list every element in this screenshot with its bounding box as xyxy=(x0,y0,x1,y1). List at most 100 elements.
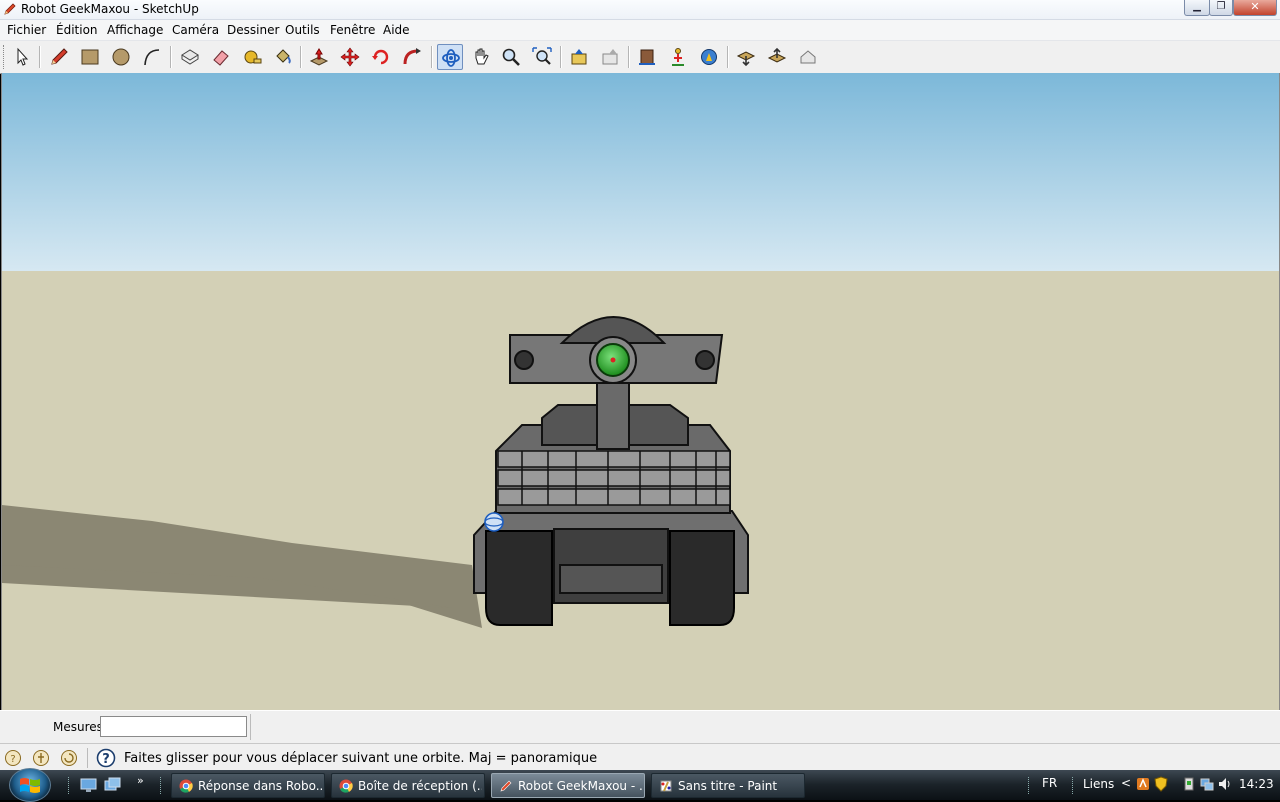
taskbar-item-boite-reception[interactable]: Boîte de réception (... xyxy=(331,773,485,798)
menu-edition[interactable]: Édition xyxy=(56,23,98,37)
links-toolbar[interactable]: Liens xyxy=(1083,777,1114,791)
push-pull-icon xyxy=(309,48,329,66)
security-shield-icon[interactable] xyxy=(1154,776,1168,792)
windows-logo-icon xyxy=(20,778,40,793)
orbit-cursor-icon xyxy=(484,512,504,532)
robot-tank-model xyxy=(2,73,1279,710)
menu-fenetre[interactable]: Fenêtre xyxy=(330,23,375,37)
previous-view-button[interactable] xyxy=(566,44,592,70)
toolbar-grip[interactable] xyxy=(3,45,7,69)
zoom-extents-icon xyxy=(532,47,552,65)
start-button[interactable] xyxy=(9,768,51,802)
status-bar: ? ? Faites glisser pour vous déplacer su… xyxy=(0,743,1280,771)
paint-bucket-button[interactable] xyxy=(270,44,296,70)
paint-bucket-icon xyxy=(276,49,291,64)
taskbar-item-sketchup[interactable]: Robot GeekMaxou - ... xyxy=(491,773,645,798)
taskbar-item-label: Robot GeekMaxou - ... xyxy=(518,779,642,793)
circle-tool-button[interactable] xyxy=(108,44,134,70)
rotate-tool-button[interactable] xyxy=(368,44,394,70)
pencil-line-icon xyxy=(51,48,68,65)
taskbar-item-paint[interactable]: Sans titre - Paint xyxy=(651,773,805,798)
sky xyxy=(2,73,1279,271)
window-title: Robot GeekMaxou - SketchUp xyxy=(21,2,199,16)
taskbar-item-reponse[interactable]: Réponse dans Robo... xyxy=(171,773,325,798)
pan-tool-button[interactable] xyxy=(468,44,494,70)
follow-me-button[interactable] xyxy=(399,44,425,70)
measurements-input[interactable] xyxy=(100,716,247,737)
eraser-icon xyxy=(213,50,229,66)
sketchup-pencil-icon xyxy=(4,3,16,15)
safely-remove-hardware-icon[interactable] xyxy=(1182,776,1196,792)
tray-expand-chevron[interactable]: < xyxy=(1121,776,1131,790)
get-models-icon xyxy=(736,51,756,67)
taskbar-item-label: Sans titre - Paint xyxy=(678,779,778,793)
position-camera-icon xyxy=(672,48,684,66)
arc-tool-button[interactable] xyxy=(139,44,165,70)
share-component-button[interactable] xyxy=(795,44,821,70)
quick-launch-grip[interactable] xyxy=(68,777,72,794)
rotate-icon xyxy=(372,49,389,65)
menu-camera[interactable]: Caméra xyxy=(172,23,219,37)
menu-bar: Fichier Édition Affichage Caméra Dessine… xyxy=(0,20,1280,41)
zoom-tool-button[interactable] xyxy=(498,44,524,70)
tape-measure-button[interactable] xyxy=(239,44,265,70)
get-models-button[interactable] xyxy=(733,44,759,70)
credits-icon[interactable] xyxy=(32,749,50,767)
show-desktop-icon[interactable] xyxy=(80,777,97,793)
make-component-button[interactable] xyxy=(177,44,203,70)
look-around-icon xyxy=(701,49,717,65)
push-pull-button[interactable] xyxy=(306,44,332,70)
left-track xyxy=(485,530,553,626)
geo-location-icon[interactable]: ? xyxy=(4,749,22,767)
share-component-icon xyxy=(800,50,816,64)
menu-outils[interactable]: Outils xyxy=(285,23,320,37)
line-tool-button[interactable] xyxy=(46,44,72,70)
select-tool-button[interactable] xyxy=(9,44,35,70)
menu-dessiner[interactable]: Dessiner xyxy=(227,23,279,37)
chrome-icon xyxy=(339,779,353,793)
position-camera-button[interactable] xyxy=(665,44,691,70)
tray-grip[interactable] xyxy=(1028,777,1032,794)
links-grip[interactable] xyxy=(1072,777,1076,794)
status-separator xyxy=(87,748,88,768)
menu-affichage[interactable]: Affichage xyxy=(107,23,163,37)
minimize-button[interactable]: ▁ xyxy=(1184,0,1210,16)
network-icon[interactable] xyxy=(1200,776,1214,792)
toolbar-separator xyxy=(628,46,630,68)
quick-launch-more[interactable]: » xyxy=(137,774,144,787)
minimize-icon: ▁ xyxy=(1193,1,1201,12)
switch-windows-icon[interactable] xyxy=(104,777,121,793)
tank-hatch xyxy=(559,564,663,594)
menu-fichier[interactable]: Fichier xyxy=(7,23,46,37)
select-arrow-icon xyxy=(17,47,29,66)
toolbar-separator xyxy=(431,46,433,68)
share-model-button[interactable] xyxy=(764,44,790,70)
move-tool-button[interactable] xyxy=(337,44,363,70)
measurements-label: Mesures xyxy=(53,720,103,734)
taskbar: » Réponse dans Robo... Boîte de réceptio… xyxy=(0,768,1280,802)
next-view-button[interactable] xyxy=(597,44,623,70)
language-indicator[interactable]: FR xyxy=(1042,776,1057,790)
taskbar-grip[interactable] xyxy=(160,777,164,794)
zoom-extents-button[interactable] xyxy=(529,44,555,70)
clock[interactable]: 14:23 xyxy=(1239,777,1274,791)
menu-aide[interactable]: Aide xyxy=(383,23,410,37)
make-component-icon xyxy=(181,49,199,65)
orbit-tool-button[interactable] xyxy=(437,44,463,70)
rectangle-tool-button[interactable] xyxy=(77,44,103,70)
user-icon[interactable] xyxy=(60,749,78,767)
drawing-viewport[interactable] xyxy=(1,73,1280,710)
walk-tool-button[interactable] xyxy=(634,44,660,70)
help-icon[interactable]: ? xyxy=(96,748,116,768)
tray-app-icon[interactable] xyxy=(1136,776,1150,792)
next-view-icon xyxy=(602,49,618,65)
orbit-icon xyxy=(442,49,460,67)
look-around-button[interactable] xyxy=(696,44,722,70)
volume-icon[interactable] xyxy=(1218,776,1232,792)
close-button[interactable]: ✕ xyxy=(1233,0,1277,16)
title-bar: Robot GeekMaxou - SketchUp ▁ ❐ ✕ xyxy=(0,0,1280,20)
eraser-tool-button[interactable] xyxy=(208,44,234,70)
maximize-button[interactable]: ❐ xyxy=(1209,0,1233,16)
measurements-bar: Mesures xyxy=(0,710,1280,744)
sketchup-icon xyxy=(500,780,512,792)
